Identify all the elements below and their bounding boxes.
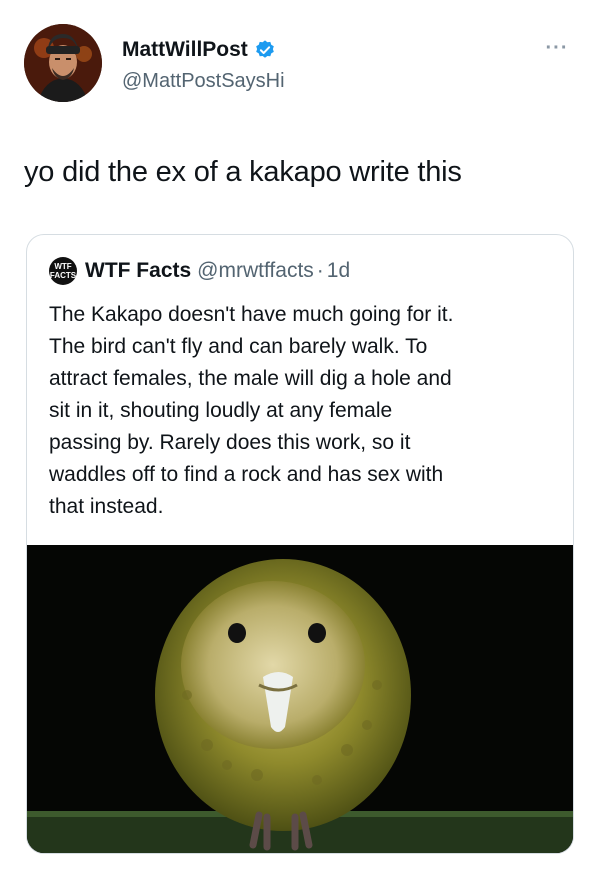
quoted-body-line: waddles off to find a rock and has sex w… [49, 463, 444, 486]
user-avatar[interactable] [24, 24, 102, 102]
quoted-body-line: The Kakapo doesn't have much going for i… [49, 303, 454, 326]
quoted-timestamp[interactable]: 1d [327, 259, 350, 283]
quoted-body-line: sit in it, shouting loudly at any female [49, 399, 393, 422]
tweet-text: yo did the ex of a kakapo write this [24, 156, 462, 188]
kakapo-illustration [27, 545, 573, 853]
avatar-portrait [24, 24, 102, 102]
more-options-icon[interactable]: ··· [542, 38, 572, 58]
name-row: MattWillPost [122, 38, 276, 62]
quoted-body-line: passing by. Rarely does this work, so it [49, 431, 411, 454]
separator-dot: · [316, 259, 324, 282]
user-handle[interactable]: @MattPostSaysHi [122, 70, 285, 93]
quoted-body-line: that instead. [49, 495, 164, 518]
quoted-handle[interactable]: @mrwtffacts [197, 259, 314, 283]
display-name[interactable]: MattWillPost [122, 38, 248, 62]
quoted-tweet-header: WTF FACTS WTF Facts @mrwtffacts · 1d [49, 257, 350, 285]
quoted-display-name[interactable]: WTF Facts [85, 259, 191, 283]
quoted-body-line: The bird can't fly and can barely walk. … [49, 335, 428, 358]
tweet-header: MattWillPost @MattPostSaysHi ··· [24, 24, 576, 114]
verified-badge-icon [256, 40, 274, 58]
quoted-body-line: attract females, the male will dig a hol… [49, 367, 452, 390]
quoted-tweet[interactable]: WTF FACTS WTF Facts @mrwtffacts · 1d The… [26, 234, 574, 854]
wtf-facts-logo: WTF FACTS [49, 257, 77, 285]
quoted-tweet-body: The Kakapo doesn't have much going for i… [49, 299, 559, 523]
kakapo-photo[interactable] [27, 545, 573, 853]
